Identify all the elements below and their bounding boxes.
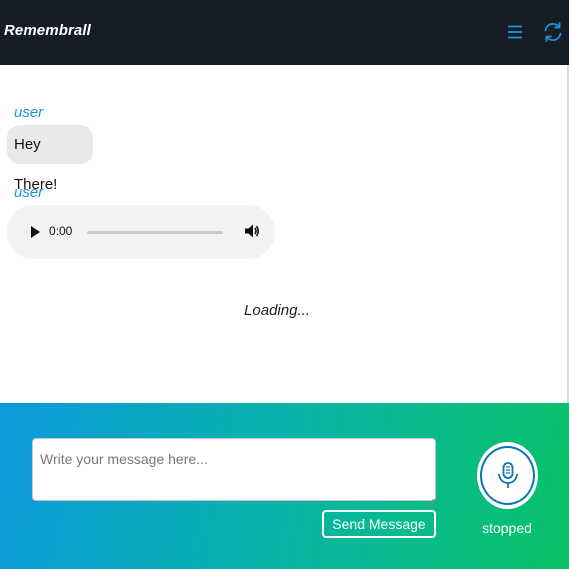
audio-time: 0:00 [49,224,73,238]
recording-status: stopped [482,520,532,536]
volume-icon[interactable] [243,222,261,240]
play-icon[interactable] [26,223,44,241]
resize-grip-icon[interactable] [427,493,435,506]
message-sender: user [14,104,44,121]
hamburger-menu-icon[interactable] [505,22,525,42]
loading-indicator: Loading... [244,302,310,319]
send-message-button[interactable]: Send Message [322,510,436,538]
microphone-icon [498,462,518,488]
message-input[interactable] [32,438,436,501]
composer-panel: Send Message stopped [0,403,569,569]
audio-seek-bar[interactable] [87,231,223,234]
audio-player: 0:00 [7,205,275,259]
top-navbar: Remembrall [0,0,569,65]
app-title: Remembrall [4,22,91,39]
message-sender: user [14,184,44,201]
refresh-icon[interactable] [542,21,564,43]
message-bubble: Hey There! [7,125,93,193]
microphone-button[interactable] [477,442,538,509]
